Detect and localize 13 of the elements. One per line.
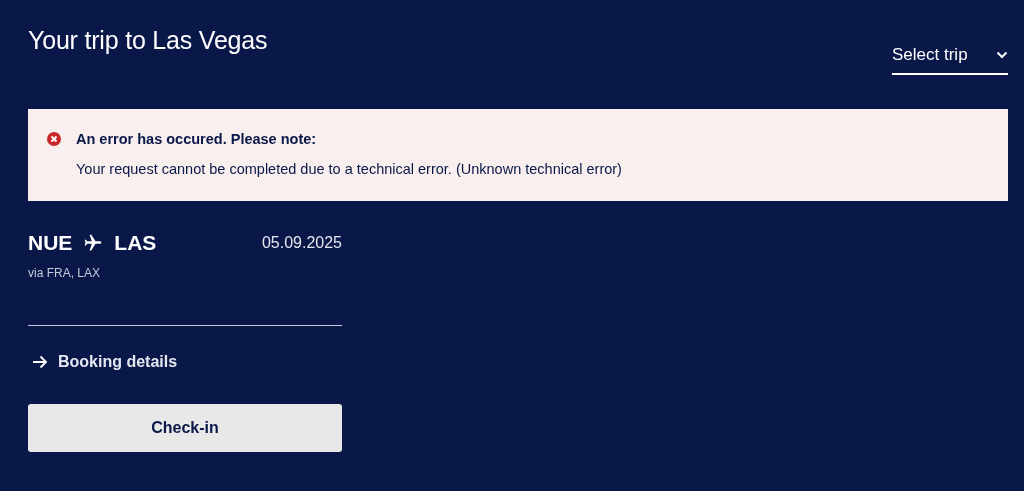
arrow-icon (32, 355, 48, 369)
destination-code: LAS (114, 231, 157, 255)
flight-date: 05.09.2025 (261, 234, 342, 252)
alert-message: Your request cannot be completed due to a technical error. (Unknown technical error) (76, 161, 623, 177)
origin-code: NUE (28, 231, 73, 255)
via-text: via FRA, LAX (28, 266, 102, 280)
select-trip-dropdown[interactable]: Select trip (892, 35, 1008, 75)
chevron-icon (996, 51, 1008, 59)
page-title: Your trip to Las Vegas (28, 26, 268, 55)
booking-details-link[interactable]: Booking details (28, 353, 178, 371)
alert-title: An error has occured. Please note: (76, 131, 317, 147)
error-icon (47, 132, 61, 146)
check-in-button[interactable]: Check-in (28, 404, 342, 452)
